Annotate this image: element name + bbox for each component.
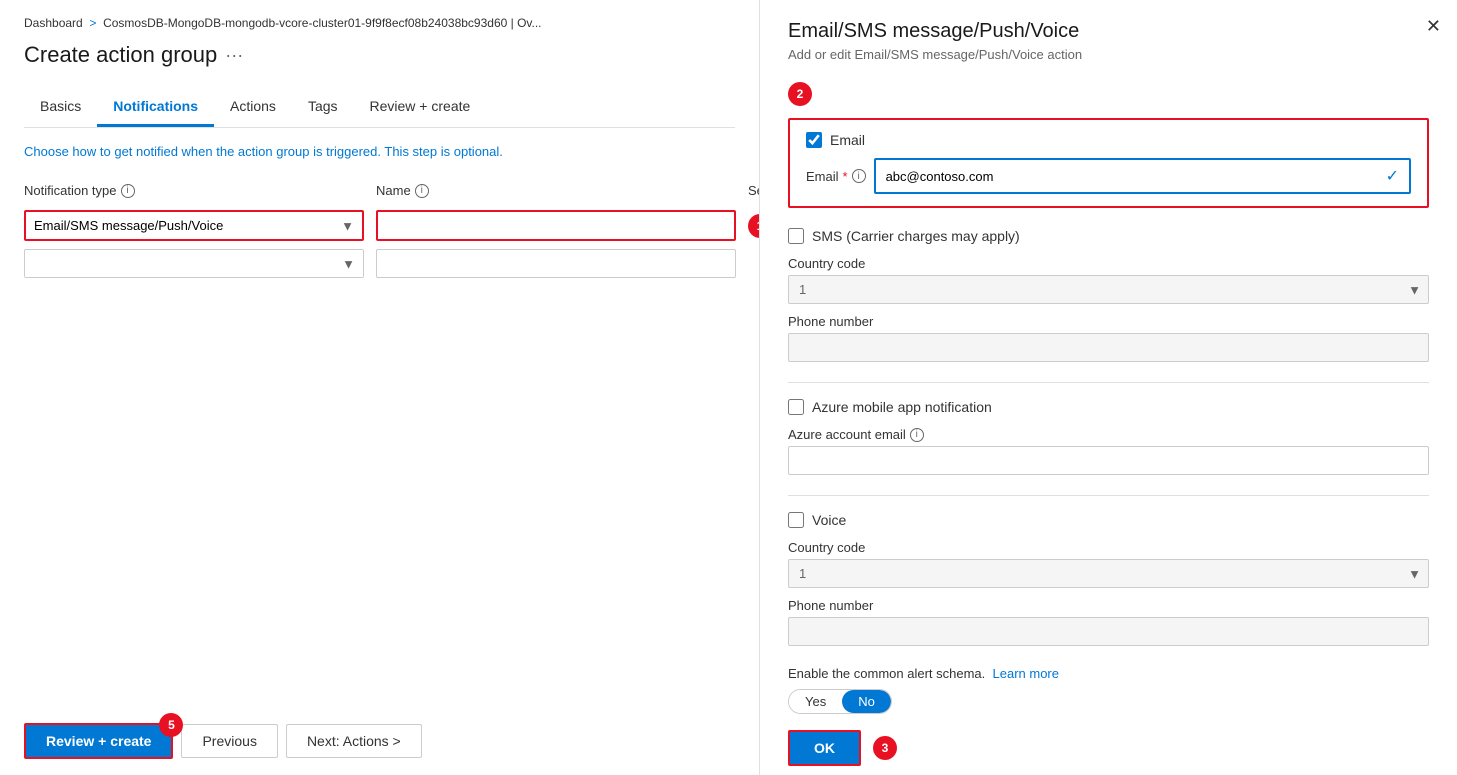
email-info-icon[interactable]: i <box>852 169 866 183</box>
voice-phone-field: Phone number <box>788 598 1429 646</box>
page-title-text: Create action group <box>24 42 217 68</box>
right-panel: ✕ Email/SMS message/Push/Voice Add or ed… <box>760 0 1457 775</box>
step2-badge: 2 <box>788 82 812 106</box>
notification-type-select[interactable]: Email/SMS message/Push/Voice <box>26 212 362 239</box>
email-input[interactable] <box>886 169 1386 184</box>
voice-country-code-field: Country code 1 ▼ <box>788 540 1429 588</box>
voice-section: Voice Country code 1 ▼ Phone number <box>788 512 1429 646</box>
breadcrumb: Dashboard > CosmosDB-MongoDB-mongodb-vco… <box>24 16 735 30</box>
sms-phone-field: Phone number <box>788 314 1429 362</box>
alert-schema-toggle-group: Yes No <box>788 689 892 714</box>
previous-button[interactable]: Previous <box>181 724 277 758</box>
name-info-icon[interactable]: i <box>415 184 429 198</box>
voice-checkbox[interactable] <box>788 512 804 528</box>
voice-phone-label: Phone number <box>788 598 1429 613</box>
ok-button[interactable]: OK <box>788 730 861 766</box>
tabs: Basics Notifications Actions Tags Review… <box>24 88 735 128</box>
panel-title: Email/SMS message/Push/Voice <box>788 20 1429 43</box>
azure-account-email-field: Azure account email i <box>788 427 1429 475</box>
row2-type-select[interactable] <box>25 250 363 277</box>
learn-more-link[interactable]: Learn more <box>993 666 1059 681</box>
email-field-row: Email * i ✓ <box>806 158 1411 194</box>
alert-schema-section: Enable the common alert schema. Learn mo… <box>788 666 1429 714</box>
no-toggle-button[interactable]: No <box>842 690 891 713</box>
sms-country-code-select[interactable]: 1 <box>788 275 1429 304</box>
row2-name-input[interactable] <box>377 250 735 277</box>
email-section: Email Email * i ✓ <box>788 118 1429 208</box>
azure-account-email-info-icon[interactable]: i <box>910 428 924 442</box>
voice-checkbox-label: Voice <box>812 512 846 528</box>
email-input-wrapper: ✓ <box>874 158 1411 194</box>
alert-schema-text: Enable the common alert schema. Learn mo… <box>788 666 1429 681</box>
azure-app-section: Azure mobile app notification Azure acco… <box>788 399 1429 475</box>
divider-1 <box>788 382 1429 383</box>
col-name-label: Name i <box>376 183 736 198</box>
tab-basics[interactable]: Basics <box>24 88 97 127</box>
next-actions-button[interactable]: Next: Actions > <box>286 724 422 758</box>
tab-notifications[interactable]: Notifications <box>97 88 214 127</box>
email-required-star: * <box>843 169 848 184</box>
notification-type-info-icon[interactable]: i <box>121 184 135 198</box>
tab-tags[interactable]: Tags <box>292 88 354 127</box>
voice-phone-input[interactable] <box>788 617 1429 646</box>
email-check-icon: ✓ <box>1386 166 1399 186</box>
table-header: Notification type i Name i Se <box>24 183 735 202</box>
sms-phone-input[interactable] <box>788 333 1429 362</box>
review-create-button[interactable]: Review + create <box>24 723 173 759</box>
close-button[interactable]: ✕ <box>1426 16 1441 37</box>
email-checkbox-label: Email <box>830 132 865 148</box>
panel-subtitle: Add or edit Email/SMS message/Push/Voice… <box>788 47 1429 62</box>
table-row-1: Email/SMS message/Push/Voice ▼ 1 4 <box>24 210 735 241</box>
row2-name-input-wrapper <box>376 249 736 278</box>
step1-badge: 1 <box>748 214 760 238</box>
sms-phone-label: Phone number <box>788 314 1429 329</box>
left-panel: Dashboard > CosmosDB-MongoDB-mongodb-vco… <box>0 0 760 775</box>
yes-toggle-button[interactable]: Yes <box>789 690 842 713</box>
table-row-2: ▼ <box>24 249 735 278</box>
ok-button-wrapper: OK 3 <box>788 730 1429 766</box>
step5-badge: 5 <box>159 713 183 737</box>
voice-checkbox-row: Voice <box>788 512 1429 528</box>
name-input[interactable] <box>378 212 734 239</box>
ellipsis-menu[interactable]: ··· <box>225 45 243 66</box>
notification-type-select-wrapper: Email/SMS message/Push/Voice ▼ <box>24 210 364 241</box>
tab-actions[interactable]: Actions <box>214 88 292 127</box>
azure-app-checkbox[interactable] <box>788 399 804 415</box>
step-description: Choose how to get notified when the acti… <box>24 144 735 159</box>
azure-app-checkbox-row: Azure mobile app notification <box>788 399 1429 415</box>
tab-review-create[interactable]: Review + create <box>354 88 487 127</box>
bottom-bar: Review + create 5 Previous Next: Actions… <box>24 699 735 759</box>
breadcrumb-dashboard[interactable]: Dashboard <box>24 16 83 30</box>
divider-2 <box>788 495 1429 496</box>
page-title: Create action group ··· <box>24 42 735 68</box>
sms-country-code-label: Country code <box>788 256 1429 271</box>
voice-country-code-select-wrapper: 1 ▼ <box>788 559 1429 588</box>
email-field-label: Email * i <box>806 169 866 184</box>
azure-account-email-label: Azure account email i <box>788 427 1429 442</box>
email-checkbox-row: Email <box>806 132 1411 148</box>
col-type-label: Notification type i <box>24 183 364 198</box>
row2-type-select-wrapper: ▼ <box>24 249 364 278</box>
name-input-wrapper <box>376 210 736 241</box>
row2-chevron-icon: ▼ <box>342 256 355 271</box>
voice-country-code-select[interactable]: 1 <box>788 559 1429 588</box>
sms-checkbox-label: SMS (Carrier charges may apply) <box>812 228 1020 244</box>
breadcrumb-resource[interactable]: CosmosDB-MongoDB-mongodb-vcore-cluster01… <box>103 16 541 30</box>
sms-country-code-field: Country code 1 ▼ <box>788 256 1429 304</box>
sms-country-code-select-wrapper: 1 ▼ <box>788 275 1429 304</box>
sms-section: SMS (Carrier charges may apply) Country … <box>788 228 1429 362</box>
review-create-wrapper: Review + create 5 <box>24 723 173 759</box>
col-se-label: Se <box>748 183 760 198</box>
azure-account-email-input[interactable] <box>788 446 1429 475</box>
sms-checkbox-row: SMS (Carrier charges may apply) <box>788 228 1429 244</box>
email-checkbox[interactable] <box>806 132 822 148</box>
voice-country-code-label: Country code <box>788 540 1429 555</box>
sms-checkbox[interactable] <box>788 228 804 244</box>
step3-badge: 3 <box>873 736 897 760</box>
azure-app-checkbox-label: Azure mobile app notification <box>812 399 992 415</box>
